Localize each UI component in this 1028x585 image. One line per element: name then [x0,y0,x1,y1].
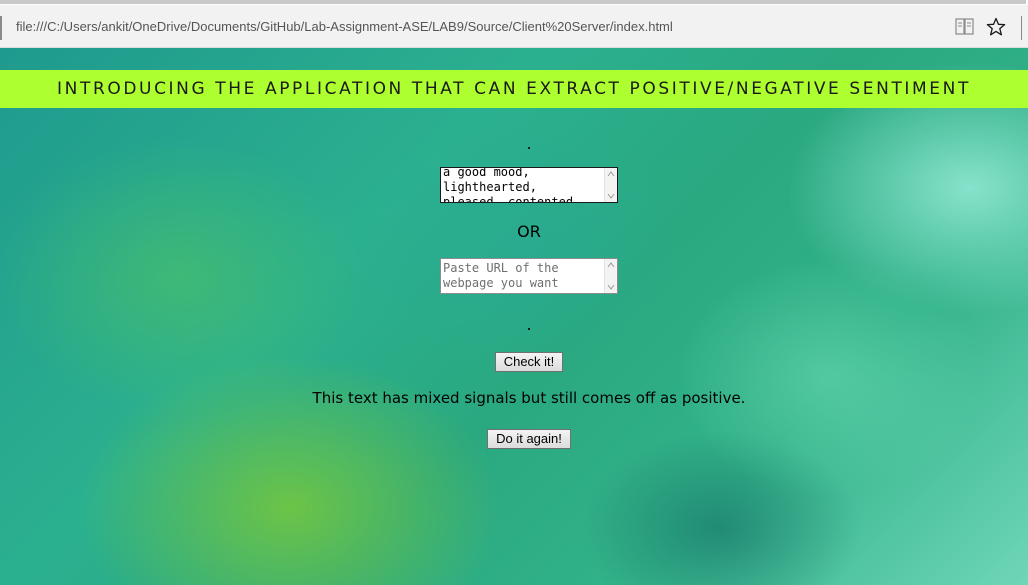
header-banner: INTRODUCING THE APPLICATION THAT CAN EXT… [0,70,1028,108]
address-bar-left-edge [0,16,2,40]
sentiment-text-input[interactable]: a good mood, lighthearted, pleased, cont… [440,167,618,203]
tab-strip [0,0,1028,5]
text-input-scrollbar[interactable] [604,168,617,202]
browser-toolbar: file:///C:/Users/ankit/OneDrive/Document… [0,0,1028,48]
page-content: INTRODUCING THE APPLICATION THAT CAN EXT… [0,48,1028,585]
top-dot: . [526,134,532,153]
bottom-dot: . [526,315,532,334]
banner-title: INTRODUCING THE APPLICATION THAT CAN EXT… [57,79,971,99]
scroll-down-icon[interactable] [607,192,615,200]
tab-strip-fill [0,0,1026,4]
url-input-placeholder: Paste URL of the webpage you want [443,261,559,290]
url-input[interactable]: Paste URL of the webpage you want [440,258,618,294]
reading-view-icon[interactable] [955,18,974,35]
address-bar[interactable]: file:///C:/Users/ankit/OneDrive/Document… [16,19,673,34]
scroll-up-icon[interactable] [607,170,615,178]
toolbar-divider [1021,16,1022,40]
do-it-again-button[interactable]: Do it again! [487,429,571,449]
check-button[interactable]: Check it! [495,352,563,372]
or-separator: OR [517,222,541,241]
sentiment-result: This text has mixed signals but still co… [312,389,746,407]
text-input-value: a good mood, lighthearted, pleased, cont… [443,167,581,203]
favorite-star-icon[interactable] [986,17,1006,37]
scroll-down-icon[interactable] [607,283,615,291]
scroll-up-icon[interactable] [607,261,615,269]
url-input-scrollbar[interactable] [604,259,617,293]
